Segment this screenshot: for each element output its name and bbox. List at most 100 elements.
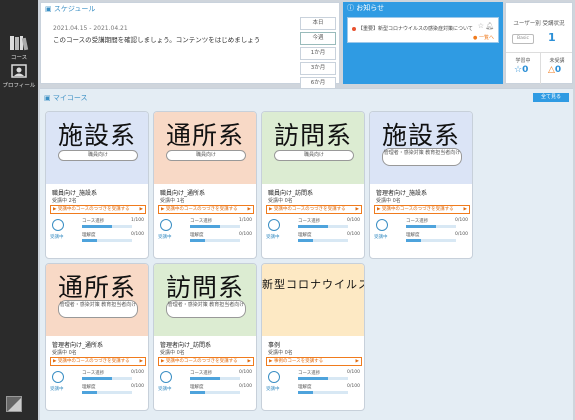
card-audience: 職員向け: [166, 150, 246, 161]
collapse-sidebar-icon[interactable]: [6, 396, 22, 412]
progress-value: 0/100: [131, 232, 144, 237]
card-learner-count: 受講中 0名: [268, 350, 293, 356]
chevron-right-icon: ▶: [355, 359, 359, 364]
card-course-name: 管理者向け_通所系: [52, 342, 104, 349]
card-status: 受講中: [50, 235, 64, 240]
continue-course-button[interactable]: ▶ 受講中のコースのつづきを受講する ▶: [266, 205, 362, 214]
card-status: 受講中: [50, 387, 64, 392]
progress-ring-icon: [268, 371, 280, 383]
card-title: 通所系: [57, 273, 136, 302]
books-icon: [10, 36, 29, 51]
card-audience: 職員向け: [274, 150, 354, 161]
continue-course-button[interactable]: ▶ 受講中のコースのつづきを受講する ▶: [50, 357, 146, 366]
sidebar-item-label: コース: [10, 55, 28, 61]
progress-label: コース進捗: [82, 371, 105, 376]
progress-bar: [406, 225, 456, 228]
mycourse-title: ▣ マイコース: [44, 94, 88, 102]
card-course-name: 管理者向け_訪問系: [160, 342, 212, 349]
progress-value: 0/100: [347, 218, 360, 223]
sidebar-item-profile[interactable]: プロフィール: [0, 64, 38, 89]
notice-item-text: 【重要】新型コロナウイルスの感染症対策について: [358, 26, 473, 32]
progress-ring-icon: [52, 371, 64, 383]
card-title: 訪問系: [165, 273, 244, 302]
course-card[interactable]: 通所系 管理者・感染対策 教育担当者向け 管理者向け_通所系 受講中 0名 ▶ 受講中の…: [45, 263, 149, 411]
card-title: 新型コロナウイルス感染症の事例: [262, 278, 364, 291]
progress-bar: [406, 239, 456, 242]
schedule-date: 2021.04.15 - 2021.04.21: [53, 25, 128, 32]
continue-course-button[interactable]: ▶ 受講中のコースのつづきを受講する ▶: [50, 205, 146, 214]
notice-more-link[interactable]: ● 一覧へ: [473, 34, 494, 41]
progress-bar: [298, 239, 348, 242]
progress-ring-icon: [52, 219, 64, 231]
card-status: 受講中: [266, 387, 280, 392]
chevron-right-icon: ▶: [463, 207, 467, 212]
course-card[interactable]: 通所系 職員向け 職員向け_通所系 受講中 1名 ▶ 受講中のコースのつづきを受講する ▶…: [153, 111, 257, 259]
chevron-right-icon: ▶: [139, 359, 143, 364]
course-card[interactable]: 新型コロナウイルス感染症の事例事例受講中 0名▶ 事例のコースを受講する▶ 受講中…: [261, 263, 365, 411]
tab-week[interactable]: 今週: [300, 32, 336, 45]
progress-bar: [82, 377, 132, 380]
card-audience: 管理者・感染対策 教育担当者向け: [382, 148, 462, 166]
divider: [540, 52, 541, 84]
card-status: 受講中: [158, 387, 172, 392]
progress-value: 1/100: [131, 218, 144, 223]
continue-course-button[interactable]: ▶ 受講中のコースのつづきを受講する ▶: [374, 205, 470, 214]
progress-label: コース進捗: [190, 219, 213, 224]
stats-right-value: △0: [548, 65, 562, 75]
tab-month[interactable]: 1か月: [300, 47, 336, 60]
mycourse-section: ▣ マイコース 全て見る 施設系 職員向け 職員向け_施設系 受講中 2名 ▶ 受講中の…: [40, 88, 573, 420]
bell-icon[interactable]: 🔔︎: [485, 22, 494, 30]
progress-ring-icon: [376, 219, 388, 231]
progress-label: 理解度: [190, 385, 204, 390]
sidebar: コース プロフィール: [0, 0, 38, 420]
continue-course-button[interactable]: ▶ 事例のコースを受講する ▶: [266, 357, 362, 366]
tab-3months[interactable]: 3か月: [300, 62, 336, 75]
card-title: 施設系: [381, 121, 460, 150]
schedule-panel: ▣ スケジュール 2021.04.15 - 2021.04.21 このコースの受…: [40, 2, 340, 90]
progress-value: 0/100: [131, 370, 144, 375]
progress-label: コース進捗: [298, 219, 321, 224]
chevron-right-icon: ▶: [355, 207, 359, 212]
card-audience: 職員向け: [58, 150, 138, 161]
schedule-tabs: 本日 今週 1か月 3か月 6か月: [300, 17, 336, 92]
progress-value: 0/100: [347, 370, 360, 375]
progress-label: 理解度: [190, 233, 204, 238]
notice-item[interactable]: 【重要】新型コロナウイルスの感染症対策について ☆ 🔔︎ ● 一覧へ: [347, 17, 499, 43]
sidebar-item-course[interactable]: コース: [0, 34, 38, 61]
progress-bar: [190, 377, 240, 380]
course-icon: ▣: [44, 94, 51, 102]
progress-label: コース進捗: [190, 371, 213, 376]
progress-label: 理解度: [298, 385, 312, 390]
card-course-name: 職員向け_通所系: [160, 190, 206, 197]
card-status: 受講中: [158, 235, 172, 240]
progress-bar: [190, 239, 240, 242]
see-all-button[interactable]: 全て見る: [533, 93, 569, 102]
progress-value: 0/100: [455, 232, 468, 237]
course-card[interactable]: 施設系 職員向け 職員向け_施設系 受講中 2名 ▶ 受講中のコースのつづきを受講する ▶…: [45, 111, 149, 259]
progress-value: 0/100: [239, 384, 252, 389]
continue-course-button[interactable]: ▶ 受講中のコースのつづきを受講する ▶: [158, 205, 254, 214]
notice-title: ⓘ お知らせ: [347, 4, 385, 12]
profile-icon: [11, 64, 27, 78]
card-audience: 管理者・感染対策 教育担当者向け: [166, 300, 246, 318]
bell-icon: △: [548, 65, 555, 75]
tab-today[interactable]: 本日: [300, 17, 336, 30]
divider: [506, 52, 572, 53]
stats-count: 1: [548, 31, 556, 44]
card-learner-count: 受講中 1名: [160, 198, 185, 204]
progress-label: コース進捗: [298, 371, 321, 376]
card-course-name: 職員向け_施設系: [52, 190, 98, 197]
continue-course-button[interactable]: ▶ 受講中のコースのつづきを受講する ▶: [158, 357, 254, 366]
progress-value: 0/100: [239, 232, 252, 237]
chevron-right-icon: ▶: [247, 207, 251, 212]
course-card[interactable]: 施設系 管理者・感染対策 教育担当者向け 管理者向け_施設系 受講中 0名 ▶ 受講中の…: [369, 111, 473, 259]
unread-dot-icon: [352, 27, 356, 31]
course-card[interactable]: 訪問系 職員向け 職員向け_訪問系 受講中 0名 ▶ 受講中のコースのつづきを受講する ▶…: [261, 111, 365, 259]
card-audience: 管理者・感染対策 教育担当者向け: [58, 300, 138, 318]
course-card[interactable]: 訪問系 管理者・感染対策 教育担当者向け 管理者向け_訪問系 受講中 0名 ▶ 受講中の…: [153, 263, 257, 411]
star-icon[interactable]: ☆: [478, 22, 484, 30]
progress-ring-icon: [160, 219, 172, 231]
schedule-text: このコースの受講期間を確認しましょう。コンテンツをはじめましょう: [53, 36, 261, 44]
progress-label: コース進捗: [82, 219, 105, 224]
progress-label: 理解度: [298, 233, 312, 238]
